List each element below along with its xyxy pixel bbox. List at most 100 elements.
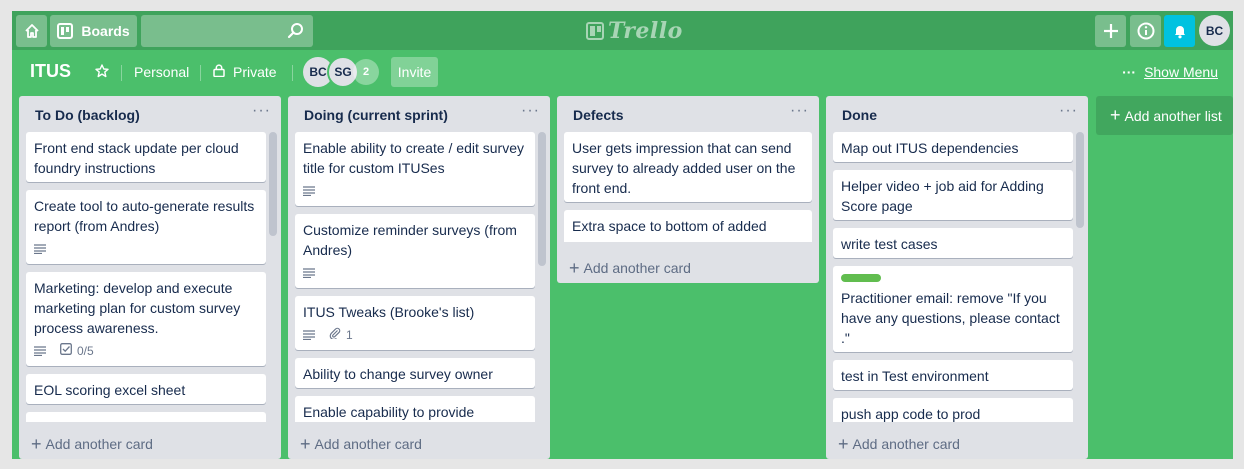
- card[interactable]: Ability to change survey owner: [295, 358, 535, 388]
- card-title: Enable capability to provide: [303, 404, 475, 420]
- scrollbar-thumb[interactable]: [1076, 132, 1084, 228]
- add-card-button[interactable]: + Add another card: [569, 258, 691, 278]
- card[interactable]: push app code to prod: [833, 398, 1073, 422]
- card[interactable]: Customize reminder surveys (from Andres): [295, 214, 535, 288]
- board-canvas: Boards Trello BC ITUS Personal Private B…: [12, 11, 1233, 459]
- board-title[interactable]: ITUS: [30, 61, 71, 82]
- card[interactable]: Front end stack update per cloud foundry…: [26, 132, 266, 182]
- card[interactable]: EOL scoring excel sheet: [26, 374, 266, 404]
- list-title[interactable]: Done: [842, 107, 877, 123]
- scrollbar[interactable]: [538, 132, 546, 422]
- plus-icon: +: [1110, 105, 1121, 125]
- plus-icon: +: [31, 434, 42, 454]
- home-button[interactable]: [16, 15, 47, 47]
- scrollbar-thumb[interactable]: [269, 132, 277, 236]
- card[interactable]: Create tool to auto-generate results rep…: [26, 190, 266, 264]
- card[interactable]: Marketing: develop and execute marketing…: [26, 272, 266, 366]
- card-label-green[interactable]: [841, 274, 881, 282]
- show-menu-button[interactable]: ··· Show Menu: [1122, 64, 1218, 80]
- info-button[interactable]: [1130, 15, 1161, 47]
- list-menu-icon[interactable]: ···: [252, 102, 271, 120]
- visibility-button[interactable]: Private: [213, 64, 277, 80]
- description-icon: [34, 244, 46, 254]
- plus-icon: [1103, 23, 1119, 39]
- attachment-count: 1: [346, 328, 353, 342]
- card-title: Extra space to bottom of added scores: [572, 218, 767, 242]
- card-title: Create tool to auto-generate results rep…: [34, 198, 255, 234]
- search-icon[interactable]: [287, 22, 305, 43]
- add-card-button[interactable]: + Add another card: [838, 434, 960, 454]
- card[interactable]: User gets impression that can send surve…: [564, 132, 812, 202]
- star-button[interactable]: [95, 64, 109, 81]
- card[interactable]: Map out ITUS dependencies: [833, 132, 1073, 162]
- create-button[interactable]: [1095, 15, 1126, 47]
- checkbox-icon: [60, 341, 72, 361]
- scrollbar-thumb[interactable]: [538, 132, 546, 266]
- card-title: Front end stack update per cloud foundry…: [34, 140, 239, 176]
- description-icon: [34, 346, 46, 356]
- card[interactable]: ITUS Tweaks (Brooke's list) 1: [295, 296, 535, 350]
- divider: [121, 65, 122, 81]
- card-title: Map out ITUS dependencies: [841, 140, 1019, 156]
- list-title[interactable]: Doing (current sprint): [304, 107, 448, 123]
- card-title: ITUS Tweaks (Brooke's list): [303, 304, 475, 320]
- attachment-badge: 1: [329, 325, 353, 345]
- card-title: Practitioner email: remove "If you have …: [841, 290, 1060, 346]
- trello-logo[interactable]: Trello: [586, 18, 683, 44]
- notifications-button[interactable]: [1164, 15, 1195, 47]
- show-menu-label: Show Menu: [1144, 64, 1218, 80]
- description-icon: [303, 186, 315, 196]
- checklist-count: 0/5: [77, 344, 94, 358]
- card[interactable]: Extra space to bottom of added scores: [564, 210, 812, 242]
- search-input[interactable]: [141, 15, 313, 47]
- card-title: write test cases: [841, 236, 938, 252]
- add-card-button[interactable]: + Add another card: [300, 435, 422, 453]
- boards-button[interactable]: Boards: [50, 15, 137, 47]
- trello-logo-icon: [586, 22, 604, 40]
- logo-text: Trello: [608, 18, 683, 44]
- plus-icon: +: [838, 434, 849, 454]
- card-title: User gets impression that can send surve…: [572, 140, 796, 196]
- more-icon: ···: [1122, 64, 1137, 80]
- user-avatar[interactable]: BC: [1199, 15, 1230, 46]
- visibility-label: Private: [233, 64, 277, 80]
- divider: [200, 65, 201, 81]
- card-title: Enable ability to create / edit survey t…: [303, 140, 525, 176]
- plus-icon: +: [569, 258, 580, 278]
- card[interactable]: [26, 412, 266, 422]
- home-icon: [24, 23, 40, 39]
- card[interactable]: test in Test environment: [833, 360, 1073, 390]
- list-title[interactable]: To Do (backlog): [35, 107, 140, 123]
- list-menu-icon[interactable]: ···: [1059, 102, 1078, 120]
- card[interactable]: Helper video + job aid for Adding Score …: [833, 170, 1073, 220]
- card-container: User gets impression that can send surve…: [564, 132, 812, 242]
- lock-icon: [213, 64, 225, 80]
- scrollbar[interactable]: [269, 132, 277, 422]
- top-header: Boards Trello BC: [12, 11, 1233, 50]
- team-button[interactable]: Personal: [134, 64, 189, 80]
- list-menu-icon[interactable]: ···: [790, 102, 809, 120]
- card-container: Enable ability to create / edit survey t…: [295, 132, 535, 422]
- list-defects: Defects ··· User gets impression that ca…: [557, 96, 819, 283]
- list-menu-icon[interactable]: ···: [521, 102, 540, 120]
- list-doing: Doing (current sprint) ··· Enable abilit…: [288, 96, 550, 459]
- add-card-button[interactable]: + Add another card: [31, 434, 153, 454]
- add-list-button[interactable]: + Add another list: [1096, 96, 1233, 135]
- list-title[interactable]: Defects: [573, 107, 624, 123]
- add-card-label: Add another card: [45, 436, 153, 452]
- card[interactable]: write test cases: [833, 228, 1073, 258]
- more-members-badge[interactable]: 2: [353, 59, 379, 85]
- card-title: Marketing: develop and execute marketing…: [34, 280, 241, 336]
- description-icon: [303, 330, 315, 340]
- boards-icon: [57, 23, 74, 39]
- card[interactable]: Practitioner email: remove "If you have …: [833, 266, 1073, 352]
- card-title: EOL scoring excel sheet: [34, 382, 186, 398]
- card[interactable]: Enable capability to provide: [295, 396, 535, 422]
- star-icon: [95, 64, 109, 81]
- paperclip-icon: [329, 325, 341, 345]
- invite-button[interactable]: Invite: [391, 57, 438, 87]
- board-header: ITUS Personal Private BC SG 2 Invite ···…: [12, 50, 1233, 94]
- scrollbar[interactable]: [1076, 132, 1084, 422]
- card[interactable]: Enable ability to create / edit survey t…: [295, 132, 535, 206]
- card-container: Front end stack update per cloud foundry…: [26, 132, 266, 422]
